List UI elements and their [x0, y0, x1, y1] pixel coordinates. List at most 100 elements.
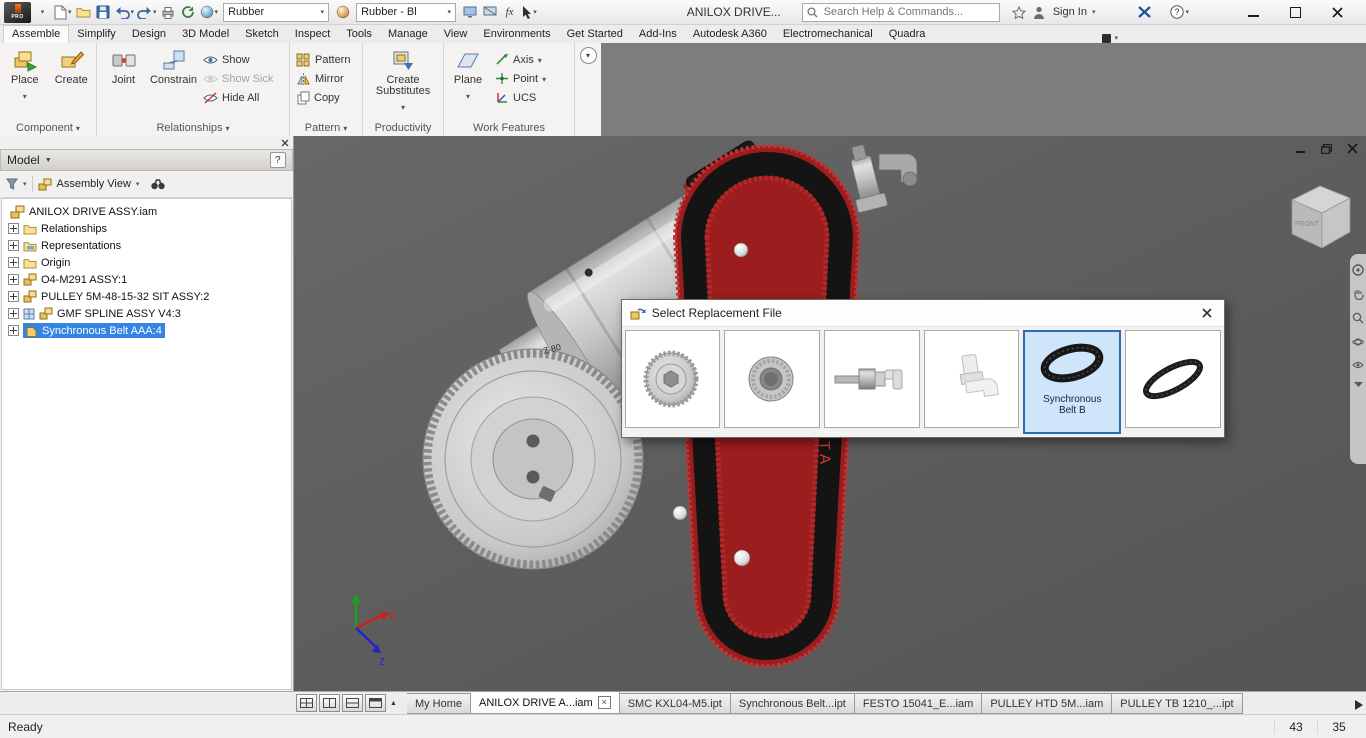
expand-icon[interactable] — [8, 274, 19, 285]
ribbon-options-icon[interactable]: ▾ — [1102, 34, 1118, 43]
open-icon[interactable] — [75, 2, 92, 22]
arrange-single-icon[interactable] — [365, 694, 386, 712]
tree-item-root[interactable]: ANILOX DRIVE ASSY.iam — [2, 203, 291, 220]
pattern-button[interactable]: Pattern — [293, 50, 353, 69]
appearance-dropdown[interactable]: Rubber - Bl ▾ — [356, 2, 457, 22]
hide-all-button[interactable]: Hide All — [200, 88, 276, 107]
redo-icon[interactable]: ▾ — [137, 2, 157, 22]
browser-help-icon[interactable]: ? — [269, 152, 286, 168]
material-dropdown[interactable]: Rubber ▾ — [223, 2, 330, 22]
ucs-button[interactable]: UCS — [492, 88, 549, 107]
ribbon-tab-3d-model[interactable]: 3D Model — [174, 26, 237, 43]
arrange-expand-icon[interactable]: ▲ — [388, 700, 399, 707]
panel-footer-relationships[interactable]: Relationships — [97, 120, 289, 136]
select-arrow-icon[interactable]: ▾ — [521, 2, 538, 22]
tree-item-representations[interactable]: Representations — [2, 237, 291, 254]
doc-tab-pulley-htd[interactable]: PULLEY HTD 5M...iam — [982, 693, 1113, 714]
doc-tab-festo-15041[interactable]: FESTO 15041_E...iam — [854, 693, 983, 714]
expand-icon[interactable] — [8, 325, 19, 336]
arrange-grid-icon[interactable] — [296, 694, 317, 712]
update-icon[interactable] — [180, 2, 197, 22]
browser-header[interactable]: Model ▼ ? — [0, 149, 293, 171]
ribbon-tab-assemble[interactable]: Assemble — [3, 25, 70, 43]
zoom-icon[interactable] — [1352, 312, 1364, 324]
doc-minimize-icon[interactable] — [1296, 144, 1306, 154]
new-file-icon[interactable]: ▾ — [54, 2, 72, 22]
panel-footer-pattern[interactable]: Pattern — [290, 120, 362, 136]
expand-icon[interactable] — [8, 308, 19, 319]
thumbnail-pulley[interactable] — [624, 330, 721, 428]
create-button[interactable]: Create — [50, 47, 94, 86]
help-icon[interactable]: ? ▾ — [1170, 2, 1189, 22]
panel-footer-component[interactable]: Component — [0, 120, 96, 136]
doc-tab-my-home[interactable]: My Home — [406, 693, 471, 714]
tree-item-gmf-spline[interactable]: GMF SPLINE ASSY V4:3 — [2, 305, 291, 322]
ribbon-tab-design[interactable]: Design — [124, 26, 174, 43]
search-binoculars-icon[interactable] — [150, 178, 166, 190]
sign-in-button[interactable]: Sign In — [1053, 6, 1087, 18]
axis-button[interactable]: Axis — [492, 50, 549, 69]
doc-tab-pulley-tb1210[interactable]: PULLEY TB 1210_...ipt — [1112, 693, 1243, 714]
ribbon-expand-button[interactable]: ▾ — [575, 43, 601, 136]
app-menu-caret[interactable]: ▾ — [34, 2, 51, 22]
ribbon-tab-simplify[interactable]: Simplify — [69, 26, 124, 43]
save-icon[interactable] — [95, 2, 112, 22]
search-box[interactable] — [801, 2, 1000, 22]
doc-tab-smc-kxl04[interactable]: SMC KXL04-M5.ipt — [619, 693, 731, 714]
ribbon-tab-tools[interactable]: Tools — [338, 26, 380, 43]
restore-button[interactable] — [1274, 1, 1316, 23]
mirror-button[interactable]: Mirror — [293, 69, 353, 88]
ribbon-tab-manage[interactable]: Manage — [380, 26, 436, 43]
pneumatic-fitting[interactable] — [843, 142, 918, 213]
ribbon-tab-add-ins[interactable]: Add-Ins — [631, 26, 685, 43]
place-button[interactable]: Place — [3, 47, 47, 104]
doc-close-icon[interactable] — [1347, 143, 1358, 154]
tree-item-o4-m291[interactable]: O4-M291 ASSY:1 — [2, 271, 291, 288]
thumbnail-belt[interactable] — [1125, 330, 1221, 428]
navbar-more-icon[interactable] — [1353, 382, 1363, 388]
inventor-app-icon[interactable]: PRO — [4, 1, 31, 23]
ribbon-tab-environments[interactable]: Environments — [475, 26, 558, 43]
view-mode-caret[interactable]: ▾ — [136, 181, 140, 188]
panel-footer-productivity[interactable]: Productivity — [363, 120, 443, 136]
tab-close-icon[interactable] — [597, 696, 611, 709]
ribbon-tab-sketch[interactable]: Sketch — [237, 26, 287, 43]
minimize-button[interactable] — [1232, 1, 1274, 23]
filter-icon[interactable] — [6, 178, 18, 190]
browser-close-icon[interactable] — [281, 139, 289, 147]
viewport-3d[interactable]: DELTA DELTA Z 80 — [293, 136, 1366, 691]
exchange-x-icon[interactable] — [1136, 2, 1153, 22]
show-sick-button[interactable]: Show Sick — [200, 69, 276, 88]
ribbon-tab-quadra[interactable]: Quadra — [881, 26, 934, 43]
point-button[interactable]: Point — [492, 69, 549, 88]
arrange-rows-icon[interactable] — [342, 694, 363, 712]
panel-footer-work-features[interactable]: Work Features — [444, 120, 574, 136]
tree-item-origin[interactable]: Origin — [2, 254, 291, 271]
tree-item-synchronous-belt[interactable]: Synchronous Belt AAA:4 — [2, 322, 291, 339]
material-ball-icon[interactable]: ▾ — [200, 2, 218, 22]
create-substitutes-button[interactable]: Create Substitutes — [368, 47, 438, 115]
grip-sphere[interactable] — [672, 505, 688, 521]
ribbon-tab-get-started[interactable]: Get Started — [559, 26, 631, 43]
thumbnail-synchronous-belt-b[interactable]: Synchronous Belt B — [1023, 330, 1122, 434]
ribbon-tab-view[interactable]: View — [436, 26, 476, 43]
view-mode-dropdown[interactable]: Assembly View — [57, 178, 131, 190]
ribbon-tab-electromechanical[interactable]: Electromechanical — [775, 26, 881, 43]
thumbnail-elbow-fitting[interactable] — [923, 330, 1020, 428]
joint-button[interactable]: Joint — [100, 47, 147, 86]
grip-sphere[interactable] — [733, 549, 751, 567]
appearance-ball-icon[interactable] — [334, 2, 351, 22]
pan-hand-icon[interactable] — [1353, 288, 1364, 300]
navigation-wheel-icon[interactable] — [1352, 264, 1364, 276]
arrange-columns-icon[interactable] — [319, 694, 340, 712]
ribbon-tab-inspect[interactable]: Inspect — [287, 26, 338, 43]
plane-button[interactable]: Plane — [447, 47, 489, 104]
expand-icon[interactable] — [8, 240, 19, 251]
expand-icon[interactable] — [8, 257, 19, 268]
expand-icon[interactable] — [8, 223, 19, 234]
tab-scroll-right-icon[interactable] — [1355, 700, 1363, 710]
dialog-title-bar[interactable]: Select Replacement File — [621, 300, 1224, 327]
tree-item-pulley[interactable]: PULLEY 5M-48-15-32 SIT ASSY:2 — [2, 288, 291, 305]
ribbon-tab-autodesk-a360[interactable]: Autodesk A360 — [685, 26, 775, 43]
show-button[interactable]: Show — [200, 50, 276, 69]
